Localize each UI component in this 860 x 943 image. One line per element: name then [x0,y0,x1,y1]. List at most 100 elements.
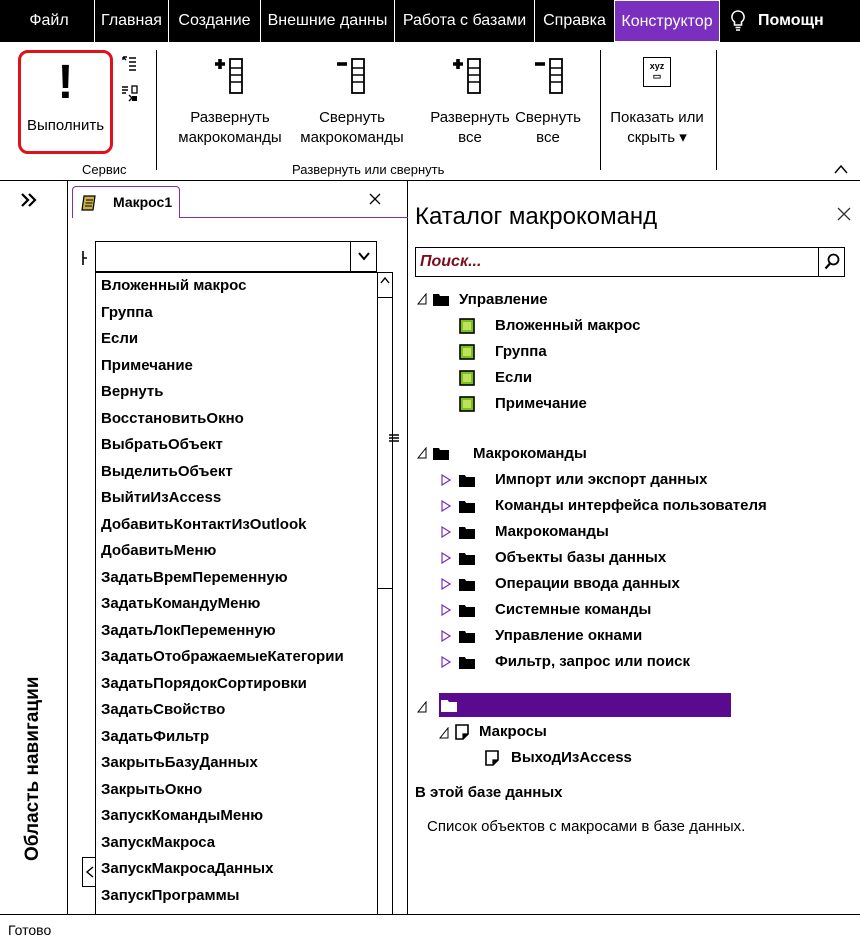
tree-node-macros[interactable]: Макросы [479,719,547,745]
catalog-search-input[interactable] [416,248,816,276]
tab-home[interactable]: Главная [94,0,168,42]
expand-triangle-icon[interactable] [441,656,451,668]
dropdown-scrollbar[interactable] [377,273,392,942]
dropdown-item[interactable]: ЗадатьЛокПеременную [96,618,379,645]
expand-triangle-icon[interactable] [441,578,451,590]
expand-triangle-icon[interactable] [441,526,451,538]
combobox-dropdown-button[interactable] [350,242,376,271]
dropdown-item[interactable]: ЗадатьОтображаемыеКатегории [96,644,379,671]
tree-node-exit-access-macro[interactable]: ВыходИзAccess [511,745,632,771]
expand-triangle-icon[interactable] [441,604,451,616]
chevron-up-icon[interactable] [380,276,390,284]
dropdown-item[interactable]: ДобавитьМеню [96,538,379,565]
expand-actions-button[interactable]: Развернуть макрокоманды [170,108,290,148]
tree-node-comment[interactable]: Примечание [495,391,587,417]
expand-actions-icon [215,58,243,94]
tab-help[interactable]: Справка [534,0,614,42]
collapse-triangle-icon[interactable] [417,447,427,459]
tell-me-search[interactable]: Помощн [758,0,824,42]
scroll-left-button[interactable] [82,857,96,887]
tab-external-data[interactable]: Внешние данны [260,0,394,42]
folder-icon [433,448,449,460]
tree-node-group[interactable]: Группа [495,339,547,365]
macro-designer: Макрос1 Вложенный макрос Группа Если Примеч… [68,181,408,943]
run-button-label: Выполнить [26,117,105,134]
tree-node-control-flow[interactable]: Управление [459,287,548,313]
dropdown-item[interactable]: ЗапускМакроса [96,830,379,857]
expand-triangle-icon[interactable] [441,500,451,512]
expand-all-button[interactable]: Развернуть все [420,108,520,148]
ribbon-separator [716,50,717,170]
show-hide-button[interactable]: Показать или скрыть ▾ [604,108,710,148]
tree-node-action-category[interactable]: Операции ввода данных [495,571,680,597]
run-button[interactable]: ! Выполнить [18,50,113,154]
tree-node-submacro[interactable]: Вложенный макрос [495,313,640,339]
collapse-triangle-icon[interactable] [417,293,427,305]
dropdown-item[interactable]: ЗадатьФильтр [96,724,379,751]
collapse-actions-icon [337,58,365,94]
close-icon[interactable] [837,207,851,221]
ribbon-separator [600,50,601,170]
collapse-triangle-icon[interactable] [439,727,449,739]
dropdown-item[interactable]: ЗадатьКомандуМеню [96,591,379,618]
folder-icon [459,501,475,513]
dropdown-item[interactable]: ВыделитьОбъект [96,459,379,486]
dropdown-item[interactable]: ВыбратьОбъект [96,432,379,459]
single-step-icon[interactable] [120,54,138,72]
dropdown-item[interactable]: ЗапускПрограммы [96,883,379,910]
splitter-grip-icon[interactable] [389,433,399,443]
collapse-triangle-icon[interactable] [417,701,427,713]
tree-node-if[interactable]: Если [495,365,532,391]
dropdown-item[interactable]: ЗакрытьБазуДанных [96,750,379,777]
tree-node-actions[interactable]: Макрокоманды [473,441,587,467]
tree-node-action-category[interactable]: Импорт или экспорт данных [495,467,708,493]
tree-node-in-this-database[interactable]: В этой базе данных [473,693,620,719]
close-icon[interactable] [369,193,381,205]
dropdown-item[interactable]: ДобавитьКонтактИзOutlook [96,512,379,539]
dropdown-item[interactable]: Примечание [96,353,379,380]
dropdown-item[interactable]: ЗапускМакросаДанных [96,856,379,883]
dropdown-item[interactable]: ЗакрытьОкно [96,777,379,804]
expand-triangle-icon[interactable] [441,474,451,486]
tab-database-tools[interactable]: Работа с базами [394,0,534,42]
dropdown-item[interactable]: ВосстановитьОкно [96,406,379,433]
dropdown-item[interactable]: ЗапускКомандыМеню [96,803,379,830]
folder-icon [459,579,475,591]
dropdown-item[interactable]: ЗадатьВремПеременную [96,565,379,592]
dropdown-item[interactable]: Вложенный макрос [96,273,379,300]
convert-to-vba-icon[interactable] [120,84,138,102]
document-tab[interactable]: Макрос1 [72,186,180,218]
dropdown-item[interactable]: Если [96,326,379,353]
dropdown-item[interactable]: ВыйтиИзAccess [96,485,379,512]
macro-action-icon [459,370,475,386]
tree-node-action-category[interactable]: Управление окнами [495,623,642,649]
dropdown-item[interactable]: ЗадатьСвойство [96,697,379,724]
collapse-actions-button[interactable]: Свернуть макрокоманды [292,108,412,148]
double-chevron-right-icon[interactable] [20,193,38,207]
navigation-pane[interactable]: Область навигации [0,181,68,914]
lightbulb-icon[interactable] [731,10,745,32]
scrollbar-thumb[interactable] [378,297,392,589]
tab-file[interactable]: Файл [14,0,84,42]
chevron-up-icon[interactable] [834,164,848,174]
collapse-all-button[interactable]: Свернуть все [508,108,588,148]
tab-design[interactable]: Конструктор [614,0,720,42]
dropdown-item[interactable]: Вернуть [96,379,379,406]
exclamation-icon: ! [57,56,74,109]
expand-triangle-icon[interactable] [441,552,451,564]
catalog-search-button[interactable] [818,248,844,276]
action-catalog-pane: Каталог макрокоманд Управление Вложенный… [409,181,860,914]
expand-triangle-icon[interactable] [441,630,451,642]
tab-create[interactable]: Создание [168,0,260,42]
dropdown-item[interactable]: Группа [96,300,379,327]
tree-node-action-category[interactable]: Команды интерфейса пользователя [495,493,767,519]
folder-icon [459,553,475,565]
catalog-search-box[interactable] [415,247,845,277]
tree-node-action-category[interactable]: Фильтр, запрос или поиск [495,649,690,675]
add-action-combobox[interactable] [95,241,377,272]
tree-node-action-category[interactable]: Объекты базы данных [495,545,666,571]
tree-node-action-category[interactable]: Макрокоманды [495,519,609,545]
tree-node-action-category[interactable]: Системные команды [495,597,651,623]
action-dropdown-list[interactable]: Вложенный макрос Группа Если Примечание Верн… [95,272,393,943]
dropdown-item[interactable]: ЗадатьПорядокСортировки [96,671,379,698]
